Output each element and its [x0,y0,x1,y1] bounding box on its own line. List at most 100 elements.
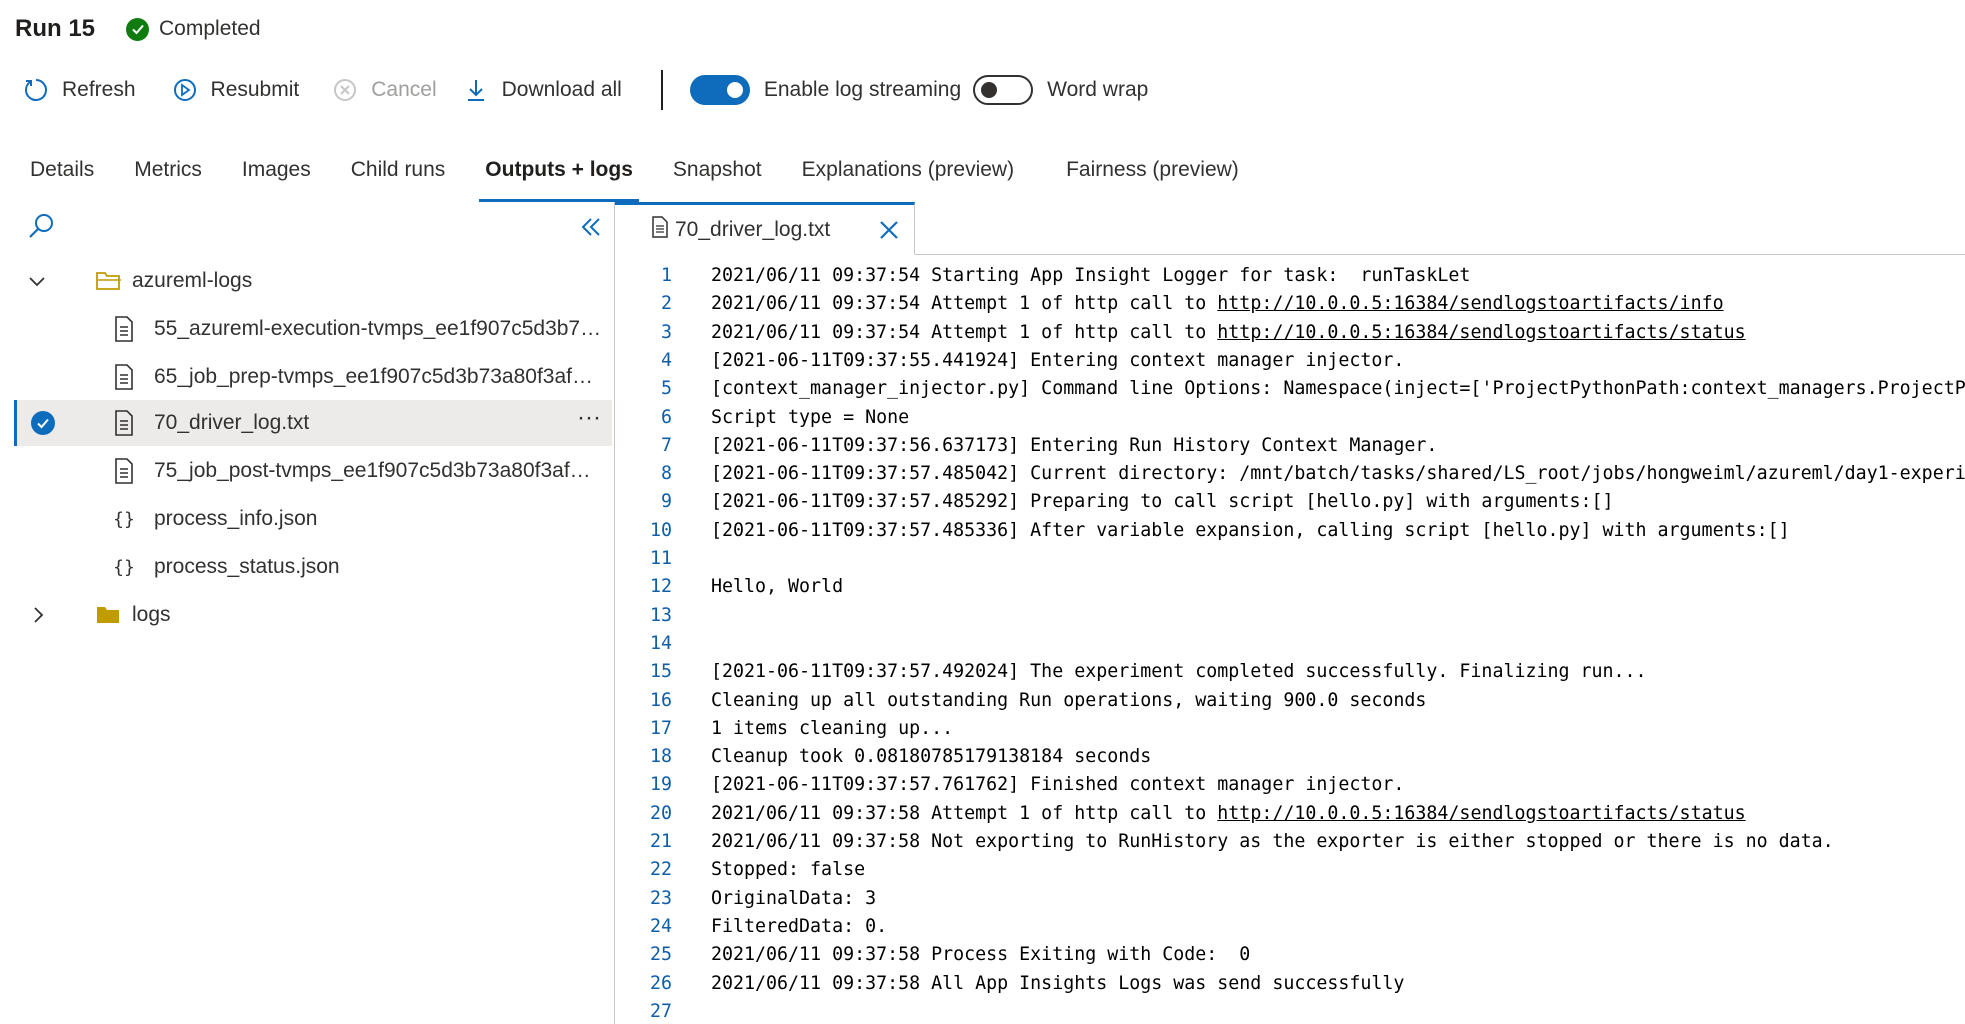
log-viewer[interactable]: 1 2021/06/11 09:37:54 Starting App Insigh… [615,255,1965,1024]
log-line-text: 2021/06/11 09:37:54 Attempt 1 of http ca… [711,321,1746,343]
log-line-text: Hello, World [711,576,844,598]
log-line-text: [context_manager_injector.py] Command li… [711,378,1965,400]
line-number: 13 [649,604,672,626]
toolbar-divider [660,70,663,110]
tree-file-75[interactable]: 75_job_post-tvmps_ee1f907c5d3b73a80f3af5… [14,448,612,494]
folder-open-icon [94,267,124,295]
tree-folder-logs[interactable]: logs [14,592,612,638]
file-tree-pane: azureml-logs 55_azureml-execution-tvmps_… [14,202,614,1024]
success-check-icon [126,17,150,41]
log-line-text: [2021-06-11T09:37:57.485336] After varia… [711,519,1790,541]
play-circle-icon [171,76,199,104]
status-badge: Completed [126,17,261,41]
log-line-text: Stopped: false [711,859,866,881]
open-file-tab-label: 70_driver_log.txt [675,217,831,241]
collapse-pane-icon[interactable] [578,214,604,240]
line-number: 14 [649,632,672,654]
chevron-down-icon[interactable] [25,269,49,293]
word-wrap-switch[interactable] [973,75,1034,105]
word-wrap-toggle[interactable]: Word wrap [973,70,1148,110]
line-number: 10 [649,519,672,541]
log-line: 1 2021/06/11 09:37:54 Starting App Insigh… [615,262,1965,290]
line-number: 2 [660,293,672,315]
line-number: 5 [660,378,672,400]
refresh-button[interactable]: Refresh [22,70,136,110]
log-line-text: 2021/06/11 09:37:58 All App Insights Log… [711,972,1405,994]
line-number: 22 [649,859,672,881]
tab-child-runs[interactable]: Child runs [351,150,446,202]
tree-file-70-selected[interactable]: 70_driver_log.txt ··· [14,400,612,446]
tree-folder-azureml-logs[interactable]: azureml-logs [14,258,612,304]
log-streaming-label: Enable log streaming [763,78,962,101]
run-tabs: Details Metrics Images Child runs Output… [30,150,1279,202]
log-line-text: [2021-06-11T09:37:55.441924] Entering co… [711,349,1405,371]
tab-explanations[interactable]: Explanations (preview) [802,150,1014,202]
more-options-icon[interactable]: ··· [574,406,604,438]
search-icon[interactable] [26,212,56,242]
log-line: 23 OriginalData: 3 [615,885,1965,913]
document-icon [651,215,669,244]
resubmit-button[interactable]: Resubmit [171,70,300,110]
log-line-text: Cleaning up all outstanding Run operatio… [711,689,1427,711]
line-number: 20 [649,802,672,824]
log-line: 14 [615,630,1965,658]
chevron-right-icon[interactable] [26,603,50,627]
tab-fairness[interactable]: Fairness (preview) [1066,150,1239,202]
log-link[interactable]: http://10.0.0.5:16384/sendlogstoartifact… [1217,293,1723,314]
close-icon[interactable] [876,217,902,243]
log-link[interactable]: http://10.0.0.5:16384/sendlogstoartifact… [1217,803,1745,824]
log-line: 20 2021/06/11 09:37:58 Attempt 1 of http … [615,800,1965,828]
line-number: 23 [649,887,672,909]
line-number: 8 [660,463,672,485]
line-number: 19 [649,774,672,796]
line-number: 15 [649,661,672,683]
line-number: 27 [649,1000,672,1022]
log-line-text: [2021-06-11T09:37:57.485042] Current dir… [711,463,1965,485]
tab-metrics[interactable]: Metrics [134,150,202,202]
log-link[interactable]: http://10.0.0.5:16384/sendlogstoartifact… [1217,322,1745,343]
cancel-button[interactable]: Cancel [331,70,437,110]
tab-details[interactable]: Details [30,150,94,202]
tree-file-55[interactable]: 55_azureml-execution-tvmps_ee1f907c5d3b7… [14,306,612,352]
line-number: 1 [660,265,672,286]
tree-file-process-status[interactable]: {} process_status.json [14,544,612,590]
tab-outputs-logs[interactable]: Outputs + logs [479,150,639,202]
tree-file-65[interactable]: 65_job_prep-tvmps_ee1f907c5d3b73a80f3af5… [14,354,612,400]
log-line: 2 2021/06/11 09:37:54 Attempt 1 of http c… [615,290,1965,318]
tree-file-label: 65_job_prep-tvmps_ee1f907c5d3b73a80f3af5… [154,365,602,388]
tab-snapshot[interactable]: Snapshot [673,150,762,202]
log-line-text: [2021-06-11T09:37:57.485292] Preparing t… [711,491,1614,513]
open-file-tab[interactable]: 70_driver_log.txt [615,202,915,254]
log-streaming-switch[interactable] [689,75,750,105]
line-number: 21 [649,831,672,852]
line-number: 24 [649,915,672,937]
log-line-text: [2021-06-11T09:37:57.761762] Finished co… [711,774,1405,796]
log-line-text: OriginalData: 3 [711,887,877,909]
log-line: 10 [2021-06-11T09:37:57.485336] After var… [615,517,1965,545]
log-line: 3 2021/06/11 09:37:54 Attempt 1 of http c… [615,319,1965,347]
log-line-text: 1 items cleaning up... [711,717,954,739]
log-line: 18 Cleanup took 0.08180785179138184 secon… [615,743,1965,771]
log-line-text: 2021/06/11 09:37:58 Not exporting to Run… [711,831,1834,852]
log-line-text: 2021/06/11 09:37:54 Attempt 1 of http ca… [711,293,1724,315]
log-line: 15 [2021-06-11T09:37:57.492024] The exper… [615,658,1965,686]
download-all-button[interactable]: Download all [462,70,622,110]
log-line-text: [2021-06-11T09:37:56.637173] Entering Ru… [711,434,1438,456]
document-icon [112,315,136,343]
log-line-text: FilteredData: 0. [711,915,888,937]
log-line: 24 FilteredData: 0. [615,913,1965,941]
log-line: 7 [2021-06-11T09:37:56.637173] Entering R… [615,432,1965,460]
toolbar: Refresh Resubmit Cancel Download all Ena… [22,70,1148,110]
tab-images[interactable]: Images [242,150,311,202]
line-number: 3 [660,321,672,343]
refresh-label: Refresh [62,78,136,101]
resubmit-label: Resubmit [210,78,300,101]
tree-file-process-info[interactable]: {} process_info.json [14,496,612,542]
line-number: 4 [660,349,672,371]
tree-file-label: 75_job_post-tvmps_ee1f907c5d3b73a80f3af5… [154,459,602,482]
line-number: 6 [660,406,672,428]
log-streaming-toggle[interactable]: Enable log streaming [689,70,962,110]
log-line-text: 2021/06/11 09:37:58 Attempt 1 of http ca… [711,802,1746,824]
log-line: 26 2021/06/11 09:37:58 All App Insights L… [615,970,1965,998]
log-line-text: [2021-06-11T09:37:57.492024] The experim… [711,661,1647,683]
